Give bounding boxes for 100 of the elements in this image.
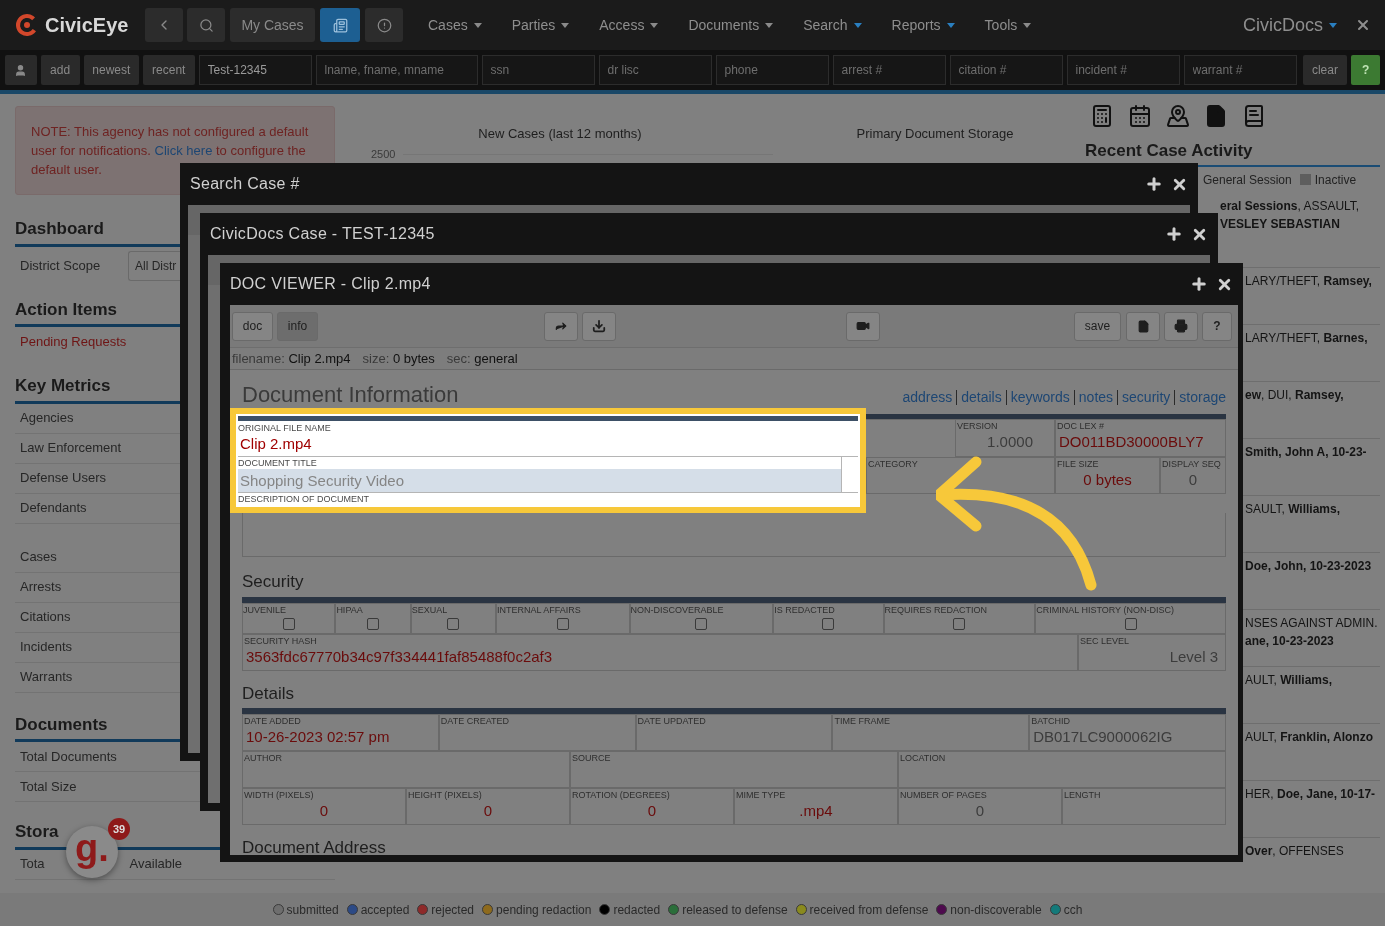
activity-text[interactable]: SAULT, Williams, [1245,499,1380,518]
save-button[interactable]: save [1074,311,1121,341]
quick-button[interactable]: recent [143,55,195,85]
nav-menu[interactable]: Cases [428,14,482,36]
section-link[interactable]: storage [1179,387,1226,408]
search-field[interactable]: phone [715,55,829,85]
field-value[interactable]: 3563fdc67770b34c97f334441faf85488f0c2af3 [244,646,1076,667]
documents-button[interactable] [320,8,360,42]
activity-text[interactable]: AULT, Franklin, Alonzo [1245,727,1380,746]
share-button[interactable] [544,311,578,341]
map-icon[interactable] [1166,104,1190,128]
activity-text[interactable]: LARY/THEFT, Ramsey, [1245,271,1380,290]
metric-label[interactable]: Total Documents [20,746,117,767]
metric-label[interactable]: Defendants [20,498,87,518]
description-field[interactable] [242,513,1226,557]
checkbox[interactable] [953,617,966,630]
activity-text[interactable]: LARY/THEFT, Barnes, [1245,328,1380,347]
metric-label[interactable]: Defense Users [20,468,106,488]
activity-text[interactable]: VESLEY SEBASTIAN [1220,214,1380,233]
activity-text[interactable]: ane, 10-23-2023 [1245,631,1380,650]
metric-label[interactable]: Warrants [20,667,73,687]
section-link[interactable]: address [902,387,953,408]
user-button[interactable] [5,55,37,85]
field-value[interactable]: 0 [408,801,568,821]
field-value[interactable]: DB017LC9000062IG [1031,727,1224,747]
search-field[interactable]: arrest # [832,55,946,85]
activity-text[interactable]: eral Sessions, ASSAULT, [1220,196,1380,215]
maximize-icon[interactable] [1145,175,1163,193]
help-button[interactable]: ? [1351,55,1380,85]
metric-label[interactable]: Total Size [20,776,77,797]
checkbox[interactable] [447,617,460,630]
quick-button[interactable]: add [40,55,80,85]
nav-menu[interactable]: Access [599,14,659,36]
field-value[interactable]: Level 3 [1080,646,1224,667]
nav-menu[interactable]: Documents [688,14,774,36]
activity-text[interactable]: Smith, John A, 10-23- [1245,442,1380,461]
activity-text[interactable]: HER, Doe, Jane, 10-17- [1245,784,1380,803]
file-button[interactable] [1126,311,1160,341]
field-value[interactable]: Clip 2.mp4 [238,434,312,454]
metric-label[interactable]: Citations [20,607,71,627]
search-field[interactable]: Test-12345 [198,55,312,85]
view-tab[interactable]: doc [232,311,273,341]
search-field[interactable]: dr lisc [598,55,712,85]
nav-menu[interactable]: Reports [891,14,955,36]
checkbox[interactable] [367,617,379,630]
checkbox[interactable] [282,617,295,630]
activity-text[interactable]: AULT, Williams, [1245,670,1380,689]
app-menu[interactable]: CivicDocs [1243,11,1337,39]
alert-button[interactable] [365,8,403,42]
metric-label[interactable]: Agencies [20,408,74,428]
field-value[interactable]: 0 [244,801,404,821]
section-link[interactable]: keywords [1010,387,1070,408]
section-link[interactable]: notes [1078,387,1114,408]
configure-link[interactable]: Click here [154,143,213,158]
metric-label[interactable]: Cases [20,547,57,567]
field-value[interactable]: 0 [900,801,1060,821]
field-value[interactable]: 10-26-2023 02:57 pm [244,727,437,747]
activity-text[interactable]: ew, DUI, Ramsey, [1245,385,1380,404]
activity-text[interactable]: NSES AGAINST ADMIN. [1245,613,1380,632]
help-button[interactable]: ? [1202,311,1232,341]
search-field[interactable]: ssn [481,55,595,85]
field-value[interactable]: 1.0000 [957,432,1053,452]
calculator-icon[interactable] [1090,104,1114,128]
view-tab[interactable]: info [277,311,318,341]
search-field[interactable]: lname, fname, mname [315,55,478,85]
section-link[interactable]: security [1122,387,1171,408]
calendar-icon[interactable] [1128,104,1152,128]
field-value[interactable]: 0 [572,801,732,821]
field-value[interactable]: 0 bytes [1057,470,1158,490]
search-button[interactable] [187,8,225,42]
pending-requests-link[interactable]: Pending Requests [20,332,127,352]
checkbox[interactable] [1124,617,1137,630]
activity-text[interactable]: Over, OFFENSES [1245,841,1380,860]
video-button[interactable] [846,311,880,341]
close-icon[interactable] [1355,17,1371,33]
field-value[interactable]: 0 [1162,470,1224,490]
metric-label[interactable]: Incidents [20,637,73,657]
metric-label[interactable]: Tota [20,854,45,874]
activity-text[interactable]: Doe, John, 10-23-2023 [1245,556,1380,575]
metric-label[interactable]: Law Enforcement [20,438,122,458]
nav-menu[interactable]: Parties [511,14,570,36]
metric-label[interactable]: Available [129,854,183,874]
title-field[interactable]: Shopping Security Video [238,469,841,492]
print-button[interactable] [1164,311,1198,341]
section-link[interactable]: details [961,387,1002,408]
field-value[interactable]: .mp4 [736,801,896,821]
clear-button[interactable]: clear [1302,55,1348,85]
nav-menu[interactable]: Search [803,14,862,36]
checkbox[interactable] [822,617,835,630]
nav-menu[interactable]: Tools [984,14,1032,36]
search-field[interactable]: citation # [949,55,1063,85]
checkbox[interactable] [556,617,569,630]
file-icon[interactable] [1204,104,1228,128]
search-field[interactable]: warrant # [1183,55,1297,85]
maximize-icon[interactable] [1190,275,1208,293]
field-value[interactable]: DO011BD30000BLY7 [1057,432,1224,452]
quick-button[interactable]: newest [83,55,139,85]
metric-label[interactable]: Arrests [20,577,62,597]
maximize-icon[interactable] [1165,225,1183,243]
my-cases-button[interactable]: My Cases [230,8,315,42]
